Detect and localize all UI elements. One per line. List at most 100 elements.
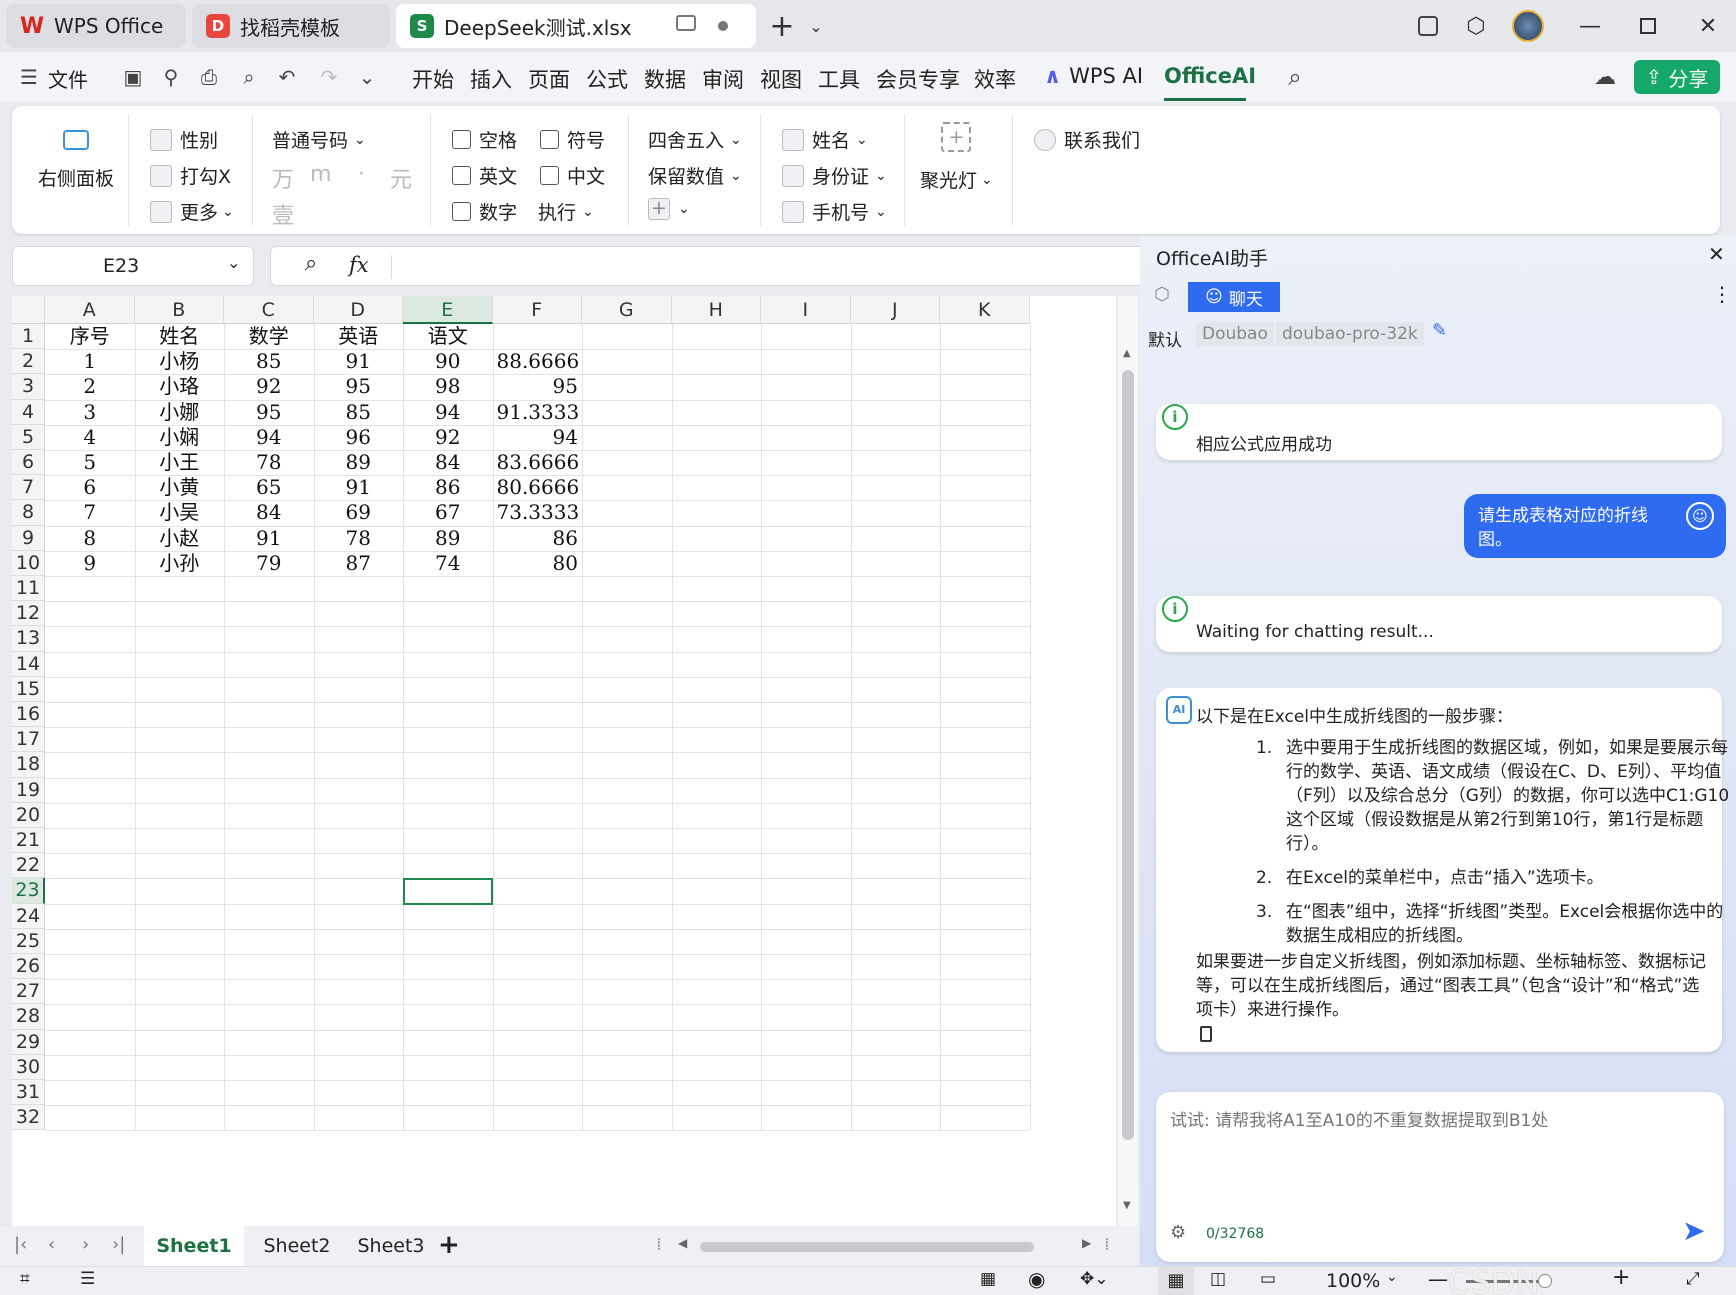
row-header-4[interactable]: 4	[12, 399, 45, 425]
row-header-9[interactable]: 9	[12, 525, 45, 551]
unit-wan-button[interactable]: 万	[272, 162, 294, 194]
link-icon[interactable]: ⚲	[156, 62, 186, 92]
cell-c8[interactable]: 84	[228, 500, 310, 525]
cell-f10[interactable]: 80	[497, 551, 578, 576]
row-header-11[interactable]: 11	[12, 576, 45, 602]
page-break-view-icon[interactable]: ▭	[1260, 1269, 1276, 1289]
row-header-15[interactable]: 15	[12, 676, 45, 702]
model-name-chip[interactable]: doubao-pro-32k	[1276, 322, 1424, 346]
sheet-tab-sheet1[interactable]: Sheet1	[144, 1226, 244, 1266]
column-header-d[interactable]: D	[313, 296, 403, 324]
cell-e3[interactable]: 98	[407, 374, 489, 399]
row-header-30[interactable]: 30	[12, 1054, 45, 1080]
settings-gear-icon[interactable]: ⚙	[1170, 1222, 1186, 1243]
row-header-20[interactable]: 20	[12, 802, 45, 828]
cell-d7[interactable]: 91	[318, 475, 400, 500]
avatar[interactable]	[1510, 8, 1546, 44]
name-dropdown[interactable]: 姓名 ⌄	[782, 126, 868, 153]
cell-f8[interactable]: 73.33333	[497, 500, 579, 525]
gender-button[interactable]: 性别	[150, 126, 218, 153]
symbol-checkbox[interactable]: 符号	[540, 126, 605, 153]
cell-b10[interactable]: 小孙	[139, 551, 221, 576]
column-header-b[interactable]: B	[134, 296, 224, 324]
chat-input[interactable]	[1170, 1106, 1710, 1206]
tab-deepseek-xlsx[interactable]: S DeepSeek测试.xlsx	[396, 4, 756, 48]
print-preview-icon[interactable]: ⌕	[234, 62, 264, 92]
unit-yi-button[interactable]: 壹	[272, 198, 294, 230]
cell-d6[interactable]: 89	[318, 450, 400, 475]
eye-protection-icon[interactable]: ◉	[1028, 1267, 1045, 1291]
row-header-8[interactable]: 8	[12, 500, 45, 526]
menu-formula[interactable]: 公式	[586, 64, 628, 94]
vertical-scrollbar[interactable]: ▲ ▼	[1118, 296, 1138, 1226]
id-card-dropdown[interactable]: 身份证 ⌄	[782, 162, 887, 189]
cell-e5[interactable]: 92	[407, 425, 489, 450]
scroll-left-icon[interactable]: ◀	[678, 1236, 687, 1250]
row-header-29[interactable]: 29	[12, 1029, 45, 1055]
row-header-26[interactable]: 26	[12, 954, 45, 980]
maximize-icon[interactable]	[1630, 8, 1666, 44]
cell-a1[interactable]: 序号	[49, 324, 131, 349]
menu-officeai[interactable]: OfficeAI	[1164, 64, 1256, 88]
cell-c6[interactable]: 78	[228, 450, 310, 475]
menu-home[interactable]: 开始	[412, 64, 454, 94]
cell-c10[interactable]: 79	[228, 551, 310, 576]
more-button[interactable]: 更多 ⌄	[150, 198, 234, 225]
column-header-c[interactable]: C	[224, 296, 314, 324]
tab-wps-office[interactable]: W WPS Office	[6, 4, 186, 48]
next-sheet-icon[interactable]: ›	[82, 1234, 89, 1255]
hamburger-menu-icon[interactable]: ☰	[14, 62, 44, 92]
cloud-upload-icon[interactable]: ☁	[1590, 62, 1620, 92]
minimize-icon[interactable]: —	[1572, 8, 1608, 44]
chevron-down-icon[interactable]: ⌄	[1386, 1269, 1398, 1285]
row-header-5[interactable]: 5	[12, 424, 45, 450]
undo-icon[interactable]: ↶	[272, 62, 302, 92]
row-header-22[interactable]: 22	[12, 853, 45, 879]
cell-a7[interactable]: 6	[49, 475, 131, 500]
last-sheet-icon[interactable]: ›|	[112, 1234, 125, 1255]
chat-input-box[interactable]: ⚙ 0/32768 ➤	[1156, 1092, 1724, 1262]
row-header-31[interactable]: 31	[12, 1080, 45, 1106]
cell-a6[interactable]: 5	[49, 450, 131, 475]
cell-b3[interactable]: 小珞	[139, 374, 221, 399]
menu-insert[interactable]: 插入	[470, 64, 512, 94]
horizontal-scroll-thumb[interactable]	[700, 1242, 1034, 1252]
row-header-17[interactable]: 17	[12, 727, 45, 753]
menu-review[interactable]: 审阅	[702, 64, 744, 94]
phone-dropdown[interactable]: 手机号 ⌄	[782, 198, 887, 225]
row-header-28[interactable]: 28	[12, 1004, 45, 1030]
cell-e1[interactable]: 语文	[407, 324, 489, 349]
cell-b4[interactable]: 小娜	[139, 400, 221, 425]
search-icon[interactable]: ⌕	[1280, 62, 1310, 92]
row-header-23[interactable]: 23	[12, 878, 45, 904]
quick-access-more-icon[interactable]: ⌄	[352, 62, 382, 92]
cell-c3[interactable]: 92	[228, 374, 310, 399]
right-panel-button[interactable]: 右侧面板	[38, 124, 114, 191]
digit-checkbox[interactable]: 数字	[452, 198, 517, 225]
close-panel-icon[interactable]: ✕	[1708, 242, 1725, 266]
send-icon[interactable]: ➤	[1682, 1214, 1705, 1247]
row-header-27[interactable]: 27	[12, 979, 45, 1005]
row-header-2[interactable]: 2	[12, 349, 45, 375]
round-dropdown[interactable]: 四舍五入 ⌄	[648, 126, 742, 153]
keep-value-dropdown[interactable]: 保留数值 ⌄	[648, 162, 742, 189]
execute-dropdown[interactable]: 执行 ⌄	[538, 198, 594, 225]
column-header-h[interactable]: H	[671, 296, 761, 324]
save-icon[interactable]: ▣	[118, 62, 148, 92]
chat-tab[interactable]: ☺ 聊天	[1188, 282, 1280, 312]
cell-c9[interactable]: 91	[228, 526, 310, 551]
cell-d3[interactable]: 95	[318, 374, 400, 399]
cell-c1[interactable]: 数学	[228, 324, 310, 349]
row-header-18[interactable]: 18	[12, 752, 45, 778]
scroll-down-icon[interactable]: ▼	[1123, 1200, 1131, 1211]
cell-d1[interactable]: 英语	[318, 324, 400, 349]
menu-file[interactable]: 文件	[48, 64, 88, 93]
cell-c5[interactable]: 94	[228, 425, 310, 450]
row-header-1[interactable]: 1	[12, 324, 45, 350]
cell-f7[interactable]: 80.66667	[497, 475, 579, 500]
menu-efficiency[interactable]: 效率	[974, 64, 1016, 94]
cell-c4[interactable]: 95	[228, 400, 310, 425]
sheet-tab-sheet2[interactable]: Sheet2	[252, 1226, 342, 1266]
split-view-icon[interactable]: ◫	[1210, 1269, 1226, 1289]
row-header-25[interactable]: 25	[12, 928, 45, 954]
